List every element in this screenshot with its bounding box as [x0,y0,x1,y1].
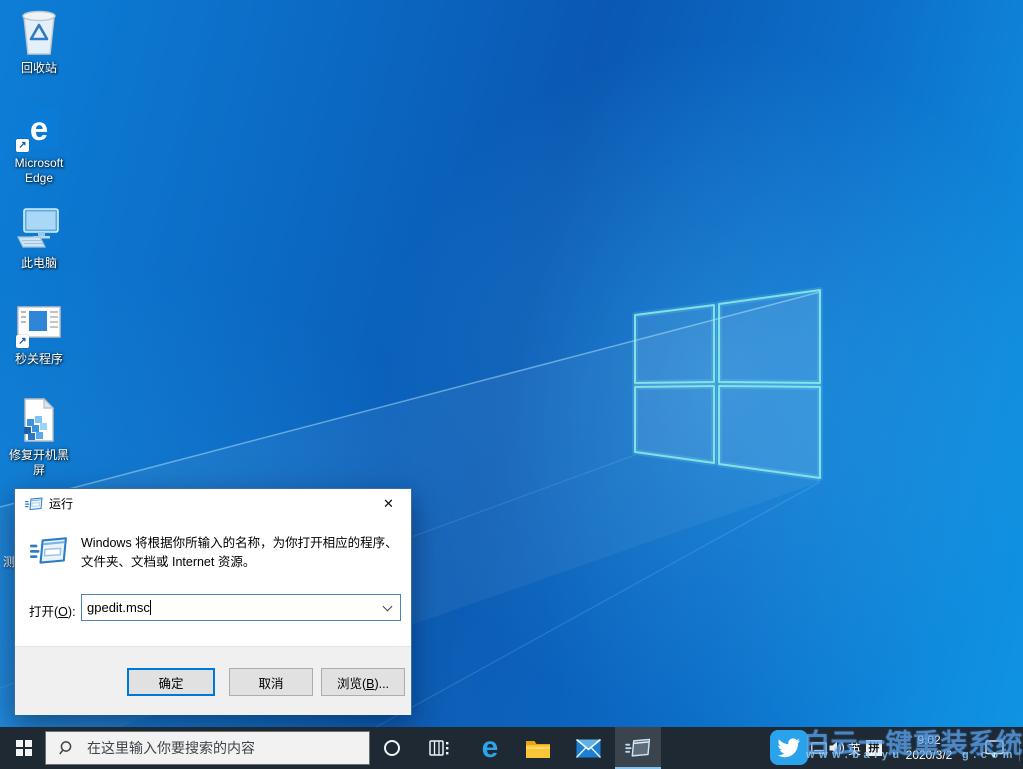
program-window-icon: ↗ [4,299,74,349]
desktop-icon-fix-black-screen[interactable]: 修复开机黑屏 [4,395,74,478]
dialog-button-row: 确定 取消 浏览(B)... [15,646,411,715]
edge-icon: e [482,733,499,763]
taskbar: e [0,727,1023,769]
run-dialog: 运行 ✕ Windows 将根据你所输入的名称，为你打开相应的程序、 文件夹、文… [14,488,412,715]
action-center-icon [985,740,1004,757]
file-explorer-icon [525,738,551,759]
search-input[interactable] [75,732,369,764]
ime-language-indicator[interactable]: 英 [846,727,863,769]
cancel-button[interactable]: 取消 [229,668,313,696]
desktop-icon-label: 修复开机黑屏 [4,448,74,478]
volume-icon[interactable] [828,727,846,769]
desktop-icon-label: 此电脑 [4,256,74,271]
taskbar-file-explorer-button[interactable] [518,727,558,769]
taskbar-run-button-active[interactable] [615,727,661,769]
cortana-button[interactable] [372,727,412,769]
shortcut-arrow-icon: ↗ [16,335,29,348]
text-caret [150,600,151,615]
twitter-bird-icon [777,738,801,758]
edge-icon: e ↗ [4,103,74,153]
desktop-icon-quick-close-program[interactable]: ↗ 秒关程序 [4,299,74,367]
this-pc-icon [4,203,74,253]
touch-keyboard-icon[interactable] [810,727,828,769]
windows-desktop: 回收站 e ↗ Microsoft Edge 此电脑 [0,0,1023,769]
search-icon [59,740,75,756]
chevron-down-icon[interactable] [383,602,393,612]
dialog-title: 运行 [49,489,73,519]
desktop-icon-label: 秒关程序 [4,352,74,367]
run-icon [625,738,651,758]
open-field-label: 打开(O): [29,601,76,620]
mail-icon [576,739,601,758]
desktop-icon-microsoft-edge[interactable]: e ↗ Microsoft Edge [4,103,74,186]
dialog-message-line2: 文件夹、文档或 Internet 资源。 [81,553,403,572]
shortcut-arrow-icon: ↗ [16,139,29,152]
registry-file-icon [4,395,74,445]
show-desktop-button[interactable] [1019,735,1020,761]
run-icon [30,536,68,566]
taskbar-twitter-button[interactable] [770,730,808,765]
dialog-message-line1: Windows 将根据你所输入的名称，为你打开相应的程序、 [81,534,403,553]
desktop-icon-this-pc[interactable]: 此电脑 [4,203,74,271]
dialog-message: Windows 将根据你所输入的名称，为你打开相应的程序、 文件夹、文档或 In… [81,534,403,572]
windows-logo-icon [16,740,32,756]
open-input-value: gpedit.msc [87,595,151,620]
action-center-button[interactable] [978,727,1010,769]
taskbar-edge-button[interactable]: e [470,727,510,769]
tray-clock[interactable]: 9:02 2020/3/2 [896,727,962,769]
start-button[interactable] [0,727,48,769]
close-icon[interactable]: ✕ [366,489,411,519]
ok-button[interactable]: 确定 [127,668,215,696]
browse-button[interactable]: 浏览(B)... [321,668,405,696]
recycle-bin-icon [4,8,74,58]
desktop-icon-label: 回收站 [4,61,74,76]
tray-time: 9:02 [917,733,940,748]
desktop-icon-recycle-bin[interactable]: 回收站 [4,8,74,76]
cortana-icon [384,740,400,756]
run-dialog-titlebar[interactable]: 运行 ✕ [15,489,411,519]
taskbar-mail-button[interactable] [568,727,608,769]
taskbar-search-box[interactable] [45,731,370,765]
ime-pinyin-indicator[interactable]: 拼 [865,727,883,769]
task-view-button[interactable] [420,727,460,769]
open-combobox[interactable]: gpedit.msc [81,594,401,621]
run-icon [25,497,43,511]
desktop-icon-label: Microsoft Edge [4,156,74,186]
task-view-icon [429,739,451,757]
tray-date: 2020/3/2 [906,748,953,763]
